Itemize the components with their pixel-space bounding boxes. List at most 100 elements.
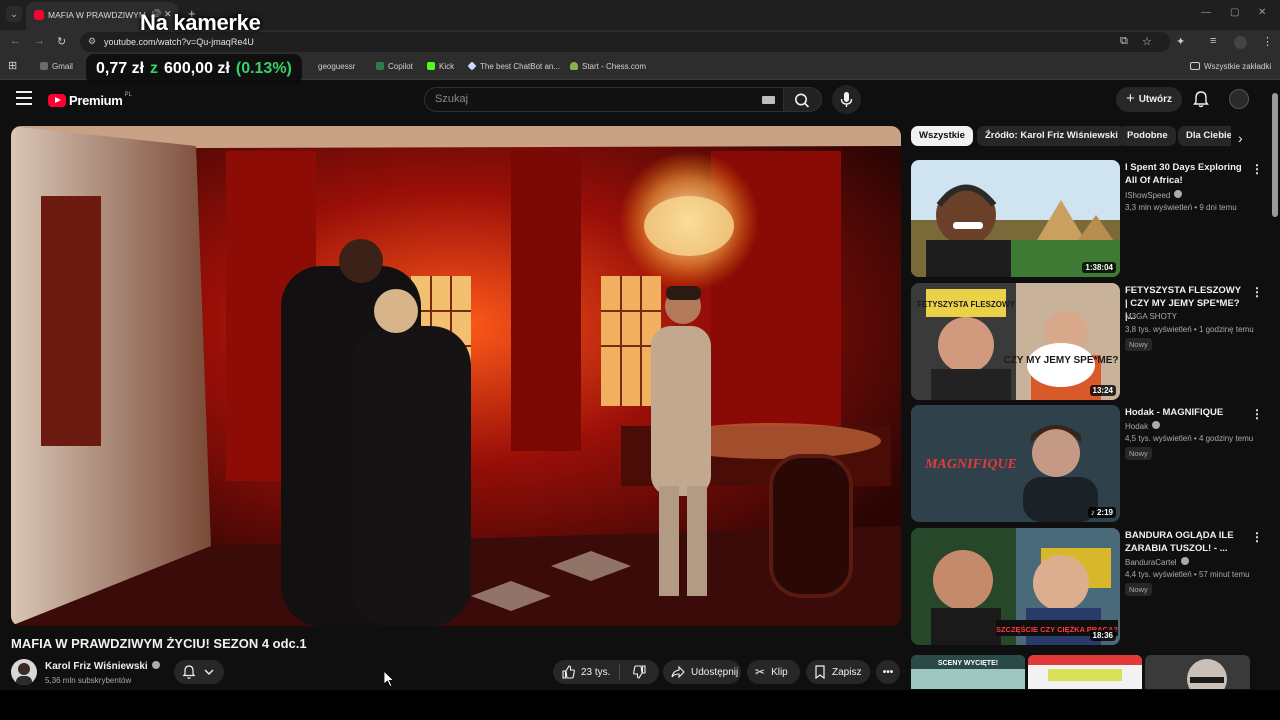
account-avatar[interactable] xyxy=(1229,89,1249,109)
logo-country-code: PL xyxy=(124,92,132,98)
thumbnail-image: CZY MY JEMY SPE*ME? FETYSZYSTA FLESZOWY xyxy=(911,283,1120,400)
subscribed-notifications-button[interactable] xyxy=(174,660,224,684)
video-duration: ♪ 2:19 xyxy=(1087,507,1116,518)
channel-name[interactable]: Karol Friz Wiśniewski xyxy=(45,661,160,672)
extensions-icon[interactable]: ✦ xyxy=(1176,35,1185,48)
thumbnail-image: SZCZĘŚCIE CZY CIĘŻKA PRACA? xyxy=(911,528,1120,645)
bookmark-label: The best ChatBot an... xyxy=(480,62,561,71)
shorts-thumbnail[interactable] xyxy=(1028,655,1142,689)
recommendation-meta: 3,3 mln wyświetleń • 9 dni temu xyxy=(1125,203,1237,212)
donation-ticker: 0,77 zł z 600,00 zł (0.13%) xyxy=(86,54,302,84)
shorts-thumbnail-image xyxy=(1028,655,1142,681)
save-button[interactable]: Zapisz xyxy=(806,660,870,684)
copilot-icon xyxy=(376,62,384,70)
related-filter-chips: Wszystkie Źródło: Karol Friz Wiśniewski … xyxy=(911,126,1231,148)
duration-text: 2:19 xyxy=(1096,508,1113,517)
chip-for-you[interactable]: Dla Ciebie xyxy=(1178,126,1231,146)
bookmark-label: Kick xyxy=(439,62,455,71)
youtube-favicon-icon xyxy=(34,10,44,20)
clip-button[interactable]: ✂ Klip xyxy=(747,660,800,684)
profile-icon[interactable] xyxy=(1234,36,1247,49)
install-app-icon[interactable]: ⧉ xyxy=(1120,35,1128,48)
video-title: MAFIA W PRAWDZIWYM ŻYCIU! SEZON 4 odc.1 xyxy=(11,636,307,651)
video-player[interactable] xyxy=(11,126,901,626)
bookmark-gmail[interactable]: Gmail xyxy=(40,62,73,71)
bookmark-chess[interactable]: Start - Chess.com xyxy=(570,62,646,71)
recommendation-channel-name: M3GA SHOTY xyxy=(1125,312,1178,321)
like-button[interactable]: 23 tys. xyxy=(553,660,619,684)
recommendation-meta: 3,8 tys. wyświetleń • 1 godzinę temu xyxy=(1125,325,1254,334)
verified-icon xyxy=(1180,557,1189,565)
bookmark-kick[interactable]: Kick xyxy=(427,62,454,71)
maximize-icon[interactable]: ▢ xyxy=(1230,7,1239,18)
bookmark-chatbot[interactable]: The best ChatBot an... xyxy=(467,61,561,71)
chip-all[interactable]: Wszystkie xyxy=(911,126,973,146)
tab-title: MAFIA W PRAWDZIWYM Ż xyxy=(48,10,148,20)
youtube-logo[interactable]: Premium PL xyxy=(48,91,132,109)
bookmark-copilot[interactable]: Copilot xyxy=(376,62,413,71)
more-vertical-icon[interactable]: ⋮ xyxy=(1251,162,1263,176)
recommendation-item[interactable]: CZY MY JEMY SPE*ME? FETYSZYSTA FLESZOWY … xyxy=(911,283,1263,401)
recommendation-title[interactable]: BANDURA OGLĄDA ILE ZARABIA TUSZOL! - ... xyxy=(1125,529,1243,555)
more-vertical-icon[interactable]: ⋮ xyxy=(1251,285,1263,299)
recommendation-item[interactable]: 1:38:04 I Spent 30 Days Exploring All Of… xyxy=(911,160,1263,278)
create-button[interactable]: + Utwórz xyxy=(1116,87,1182,112)
shorts-thumbnail[interactable]: SCENY WYCIĘTE! xyxy=(911,655,1025,689)
search-button[interactable] xyxy=(784,87,822,112)
back-icon[interactable]: ← xyxy=(10,35,21,47)
site-info-icon[interactable]: ⚙ xyxy=(88,36,99,47)
bookmark-label: Copilot xyxy=(388,62,413,71)
recommendation-item[interactable]: MAGNIFIQUE ♪ 2:19 Hodak - MAGNIFIQUE Hod… xyxy=(911,405,1263,523)
bookmark-geoguessr[interactable]: geoguessr xyxy=(318,62,355,71)
video-thumbnail[interactable]: CZY MY JEMY SPE*ME? FETYSZYSTA FLESZOWY … xyxy=(911,283,1120,400)
more-actions-button[interactable]: ••• xyxy=(876,660,900,684)
new-badge: Nowy xyxy=(1125,447,1152,460)
video-thumbnail[interactable]: MAGNIFIQUE ♪ 2:19 xyxy=(911,405,1120,522)
reload-icon[interactable]: ↻ xyxy=(57,35,66,48)
chip-similar[interactable]: Podobne xyxy=(1119,126,1176,146)
apps-icon[interactable]: ⊞ xyxy=(8,59,17,72)
shorts-text: SCENY WYCIĘTE! xyxy=(938,660,998,667)
chrome-menu-icon[interactable]: ⋮ xyxy=(1262,35,1273,48)
scrollbar-thumb[interactable] xyxy=(1272,93,1278,217)
forward-icon[interactable]: → xyxy=(34,35,45,47)
recommendation-channel: BanduraCartel xyxy=(1125,557,1189,567)
page-scrollbar[interactable] xyxy=(1270,81,1280,690)
search-input[interactable] xyxy=(435,93,735,105)
channel-avatar[interactable] xyxy=(11,659,37,685)
url-text[interactable]: youtube.com/watch?v=Qu-jmaqRe4U xyxy=(104,37,254,47)
keyboard-icon[interactable] xyxy=(762,96,775,104)
recommendation-title[interactable]: I Spent 30 Days Exploring All Of Africa! xyxy=(1125,161,1243,187)
shorts-thumbnail[interactable] xyxy=(1145,655,1250,689)
recommendation-channel: M3GA SHOTY xyxy=(1125,312,1177,321)
scissors-icon: ✂ xyxy=(755,665,766,679)
video-frame xyxy=(11,126,901,626)
video-thumbnail[interactable]: 1:38:04 xyxy=(911,160,1120,277)
recommendation-item[interactable]: SZCZĘŚCIE CZY CIĘŻKA PRACA? 18:36 BANDUR… xyxy=(911,528,1263,646)
media-controls-icon[interactable]: ≡ xyxy=(1210,35,1216,47)
chip-source[interactable]: Źródło: Karol Friz Wiśniewski xyxy=(977,126,1126,146)
menu-icon[interactable] xyxy=(16,91,32,105)
share-button[interactable]: Udostępnij xyxy=(663,660,741,684)
thumbnail-image: MAGNIFIQUE xyxy=(911,405,1120,522)
notifications-bell-icon[interactable] xyxy=(1192,90,1210,108)
voice-search-button[interactable] xyxy=(832,85,861,114)
recommendation-title[interactable]: Hodak - MAGNIFIQUE xyxy=(1125,406,1243,419)
verified-icon xyxy=(1174,190,1183,198)
bookmark-label: Start - Chess.com xyxy=(582,62,647,71)
dislike-button[interactable] xyxy=(620,660,659,684)
tab-search-button[interactable]: ⌄ xyxy=(6,6,22,22)
all-bookmarks-folder[interactable]: Wszystkie zakładki xyxy=(1190,62,1271,71)
stream-overlay-title: Na kamerke xyxy=(140,10,261,35)
more-vertical-icon[interactable]: ⋮ xyxy=(1251,530,1263,544)
channel-name-text: Karol Friz Wiśniewski xyxy=(45,661,148,672)
chips-next-chevron-icon[interactable]: › xyxy=(1238,130,1243,146)
thumbs-down-icon xyxy=(632,665,646,679)
minimize-icon[interactable]: — xyxy=(1201,7,1211,18)
video-thumbnail[interactable]: SZCZĘŚCIE CZY CIĘŻKA PRACA? 18:36 xyxy=(911,528,1120,645)
more-vertical-icon[interactable]: ⋮ xyxy=(1251,407,1263,421)
bookmark-label: Gmail xyxy=(52,62,73,71)
recommendation-channel: IShowSpeed xyxy=(1125,190,1183,200)
bookmark-star-icon[interactable]: ☆ xyxy=(1142,35,1152,48)
close-window-icon[interactable]: ✕ xyxy=(1258,7,1266,18)
